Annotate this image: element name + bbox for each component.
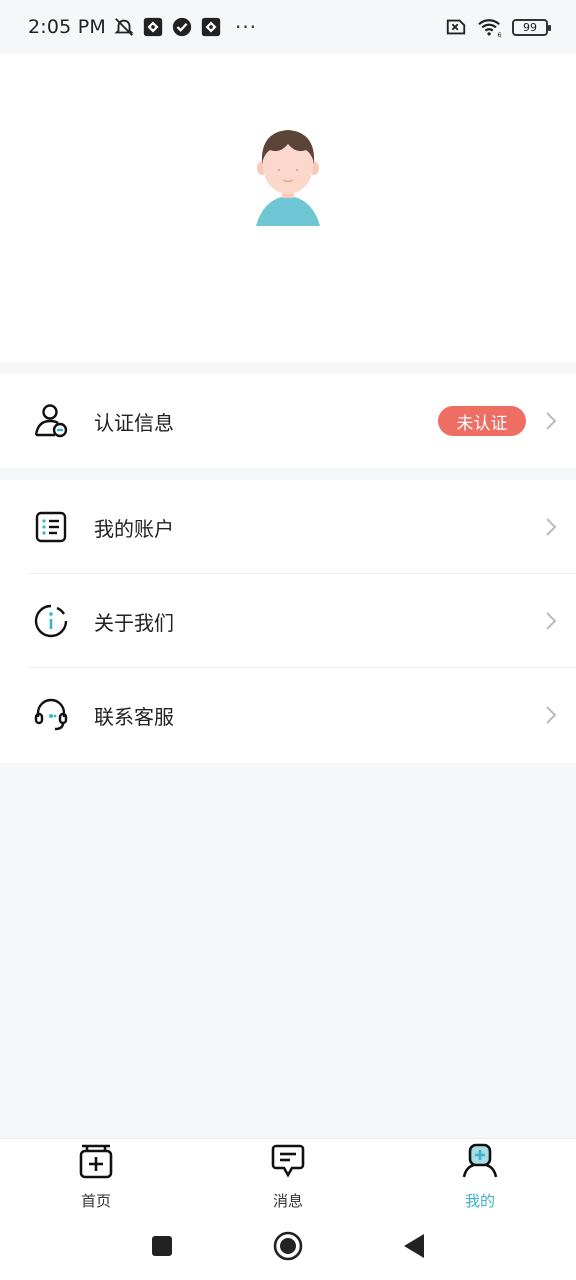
app-notification-icon	[201, 17, 221, 37]
recent-apps-icon	[152, 1236, 172, 1256]
sim-error-icon	[446, 19, 466, 35]
account-list-icon	[35, 511, 67, 543]
battery-level: 99	[523, 20, 537, 34]
chevron-right-icon	[546, 412, 557, 430]
profile-header	[0, 54, 576, 362]
profile-icon	[462, 1143, 498, 1178]
chevron-right-icon	[546, 706, 557, 724]
back-button[interactable]	[398, 1230, 430, 1262]
menu-item-support[interactable]: 联系客服	[0, 668, 576, 762]
menu-card: 我的账户 关于我们 联系客服	[0, 480, 576, 763]
menu-item-label: 联系客服	[94, 704, 174, 729]
chevron-right-icon	[546, 518, 557, 536]
auth-status-badge: 未认证	[438, 406, 526, 436]
battery-icon: 99	[512, 18, 551, 36]
tab-label: 首页	[80, 1192, 111, 1210]
auth-card: 认证信息 未认证	[0, 374, 576, 468]
back-icon	[404, 1234, 424, 1258]
home-button[interactable]	[272, 1230, 304, 1262]
app-notification-icon	[143, 17, 163, 37]
menu-item-label: 关于我们	[94, 610, 174, 635]
wifi-generation-label: 6	[497, 31, 501, 38]
headset-icon	[34, 698, 68, 731]
status-time: 2:05 PM	[28, 16, 106, 38]
auth-row[interactable]: 认证信息 未认证	[0, 374, 576, 468]
chevron-right-icon	[546, 612, 557, 630]
recent-apps-button[interactable]	[146, 1230, 178, 1262]
avatar-icon[interactable]	[252, 128, 324, 232]
tab-messages[interactable]: 消息	[240, 1143, 336, 1215]
status-bar: 2:05 PM ··· 6 99	[0, 0, 576, 54]
wifi-icon: 6	[478, 19, 501, 38]
system-nav-bar	[0, 1214, 576, 1280]
check-circle-icon	[172, 17, 192, 37]
info-icon	[34, 604, 68, 638]
home-plus-icon	[79, 1144, 113, 1179]
tab-label: 消息	[272, 1192, 303, 1210]
home-icon	[273, 1231, 303, 1261]
mute-bell-icon	[114, 18, 134, 36]
tab-label: 我的	[464, 1192, 495, 1210]
menu-item-about[interactable]: 关于我们	[0, 574, 576, 668]
menu-item-label: 我的账户	[94, 516, 174, 541]
user-verify-icon	[34, 404, 68, 438]
menu-item-account[interactable]: 我的账户	[0, 480, 576, 574]
message-icon	[271, 1144, 305, 1178]
tab-profile[interactable]: 我的	[432, 1143, 528, 1215]
tab-home[interactable]: 首页	[48, 1143, 144, 1215]
tab-bar: 首页 消息 我的	[0, 1138, 576, 1214]
more-notifications-icon: ···	[234, 15, 258, 39]
auth-label: 认证信息	[94, 410, 174, 435]
